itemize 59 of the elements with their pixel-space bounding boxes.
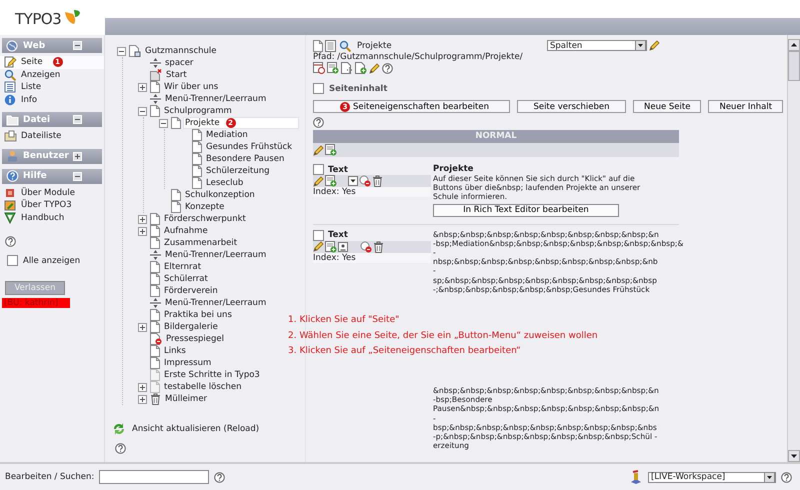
page-tree-item[interactable]: Pressespiegel bbox=[164, 333, 232, 345]
element-checkbox[interactable]: Text bbox=[313, 230, 431, 241]
rte-button[interactable]: In Rich Text Editor bearbeiten bbox=[433, 204, 619, 217]
page-tree-item[interactable]: Mediation bbox=[204, 129, 256, 141]
page-tree-item[interactable]: Schulkonzeption bbox=[183, 189, 263, 201]
page-tree-item[interactable]: Start bbox=[164, 69, 195, 81]
section-checkbox[interactable]: Seiteninhalt bbox=[313, 83, 787, 94]
page-tree-item[interactable]: Erste Schritte in Typo3 bbox=[162, 369, 268, 381]
page-tree-item[interactable]: Aufnahme bbox=[162, 225, 216, 237]
instruction-text: 2. Wählen Sie eine Seite, der Sie ein „Button-Menu“ zuweisen wollen bbox=[288, 330, 598, 342]
element-checkbox[interactable]: Text bbox=[313, 164, 431, 175]
user-label: [BU: kathrin] bbox=[2, 298, 70, 308]
page-tree-item[interactable]: Impressum bbox=[162, 357, 220, 369]
logo-text: TYPO3 bbox=[15, 10, 62, 28]
action-button[interactable]: Neuer Inhalt bbox=[708, 100, 784, 113]
page-tree-item[interactable]: Schülerzeitung bbox=[204, 165, 278, 177]
instruction-text: 3. Klicken Sie auf „Seiteneigenschaften bearbeiten“ bbox=[288, 345, 522, 358]
module-menu-item[interactable]: Anzeigen bbox=[0, 68, 104, 81]
index-label: Index: Yes bbox=[313, 187, 431, 197]
page-tree-item[interactable]: Menü-Trenner/Leerraum bbox=[163, 297, 274, 309]
page-tree-item[interactable]: Leseclub bbox=[204, 177, 252, 189]
page-tree-item[interactable]: Besondere Pausen bbox=[204, 153, 292, 165]
page-tree-item[interactable]: Praktika bei uns bbox=[162, 309, 240, 321]
page-tree-item[interactable]: Elternrat bbox=[162, 261, 210, 273]
page-tree-item[interactable]: Wir über uns bbox=[162, 81, 226, 93]
page-tree-item[interactable]: Links bbox=[162, 345, 194, 357]
index-label: Index: Yes bbox=[313, 252, 431, 263]
page-tree-item[interactable]: Konzepte bbox=[183, 201, 232, 213]
action-button[interactable]: Neue Seite bbox=[633, 100, 702, 113]
view-select[interactable]: Spalten bbox=[547, 40, 647, 51]
page-tree-item[interactable]: Förderschwerpunkt bbox=[162, 213, 254, 225]
module-menu-item[interactable]: Liste bbox=[0, 81, 104, 94]
page-tree-item[interactable]: Mülleimer bbox=[163, 393, 216, 405]
instruction-text: 1. Klicken Sie auf "Seite" bbox=[288, 314, 400, 327]
page-tree-item[interactable]: Förderverein bbox=[162, 285, 226, 297]
module-menu-item[interactable]: Handbuch bbox=[0, 212, 104, 224]
module-menu-item[interactable]: Über Module bbox=[0, 186, 104, 199]
page-tree-item[interactable]: testabelle löschen bbox=[162, 381, 250, 393]
page-tree-item[interactable]: Schülerrat bbox=[162, 273, 216, 285]
action-button[interactable]: Seite verschieben bbox=[517, 100, 626, 113]
column-header: NORMAL bbox=[313, 130, 679, 143]
page-tree-item[interactable]: spacer bbox=[163, 57, 202, 69]
module-menu-item[interactable]: Über TYPO3 bbox=[0, 199, 104, 212]
search-label: Bearbeiten / Suchen: bbox=[5, 472, 94, 482]
module-menu-item[interactable]: Dateiliste bbox=[0, 130, 104, 142]
page-tree-item[interactable]: Menü-Trenner/Leerraum bbox=[163, 93, 274, 105]
workspace-select[interactable]: [LIVE-Workspace] bbox=[648, 472, 776, 482]
page-tree-item[interactable]: Gutzmannschule bbox=[143, 45, 224, 57]
module-menu-item[interactable]: Info bbox=[0, 94, 104, 106]
reload-link[interactable]: Ansicht aktualisieren (Reload) bbox=[132, 424, 260, 434]
page-tree-item[interactable]: Bildergalerie bbox=[162, 321, 226, 333]
page-tree-item[interactable]: Gesundes Frühstück bbox=[204, 141, 300, 153]
page-tree-item[interactable]: Schulprogramm bbox=[162, 105, 240, 117]
show-all-checkbox[interactable]: Alle anzeigen bbox=[0, 247, 104, 266]
page-title: Projekte bbox=[357, 41, 392, 51]
page-tree-item[interactable]: Menü-Trenner/Leerraum bbox=[163, 249, 274, 261]
page-path: Pfad: /Gutzmannschule/Schulprogramm/Projekte/ bbox=[313, 52, 524, 62]
element-heading: Projekte bbox=[433, 164, 474, 174]
page-tree-item[interactable]: Zusammenarbeit bbox=[162, 237, 246, 249]
